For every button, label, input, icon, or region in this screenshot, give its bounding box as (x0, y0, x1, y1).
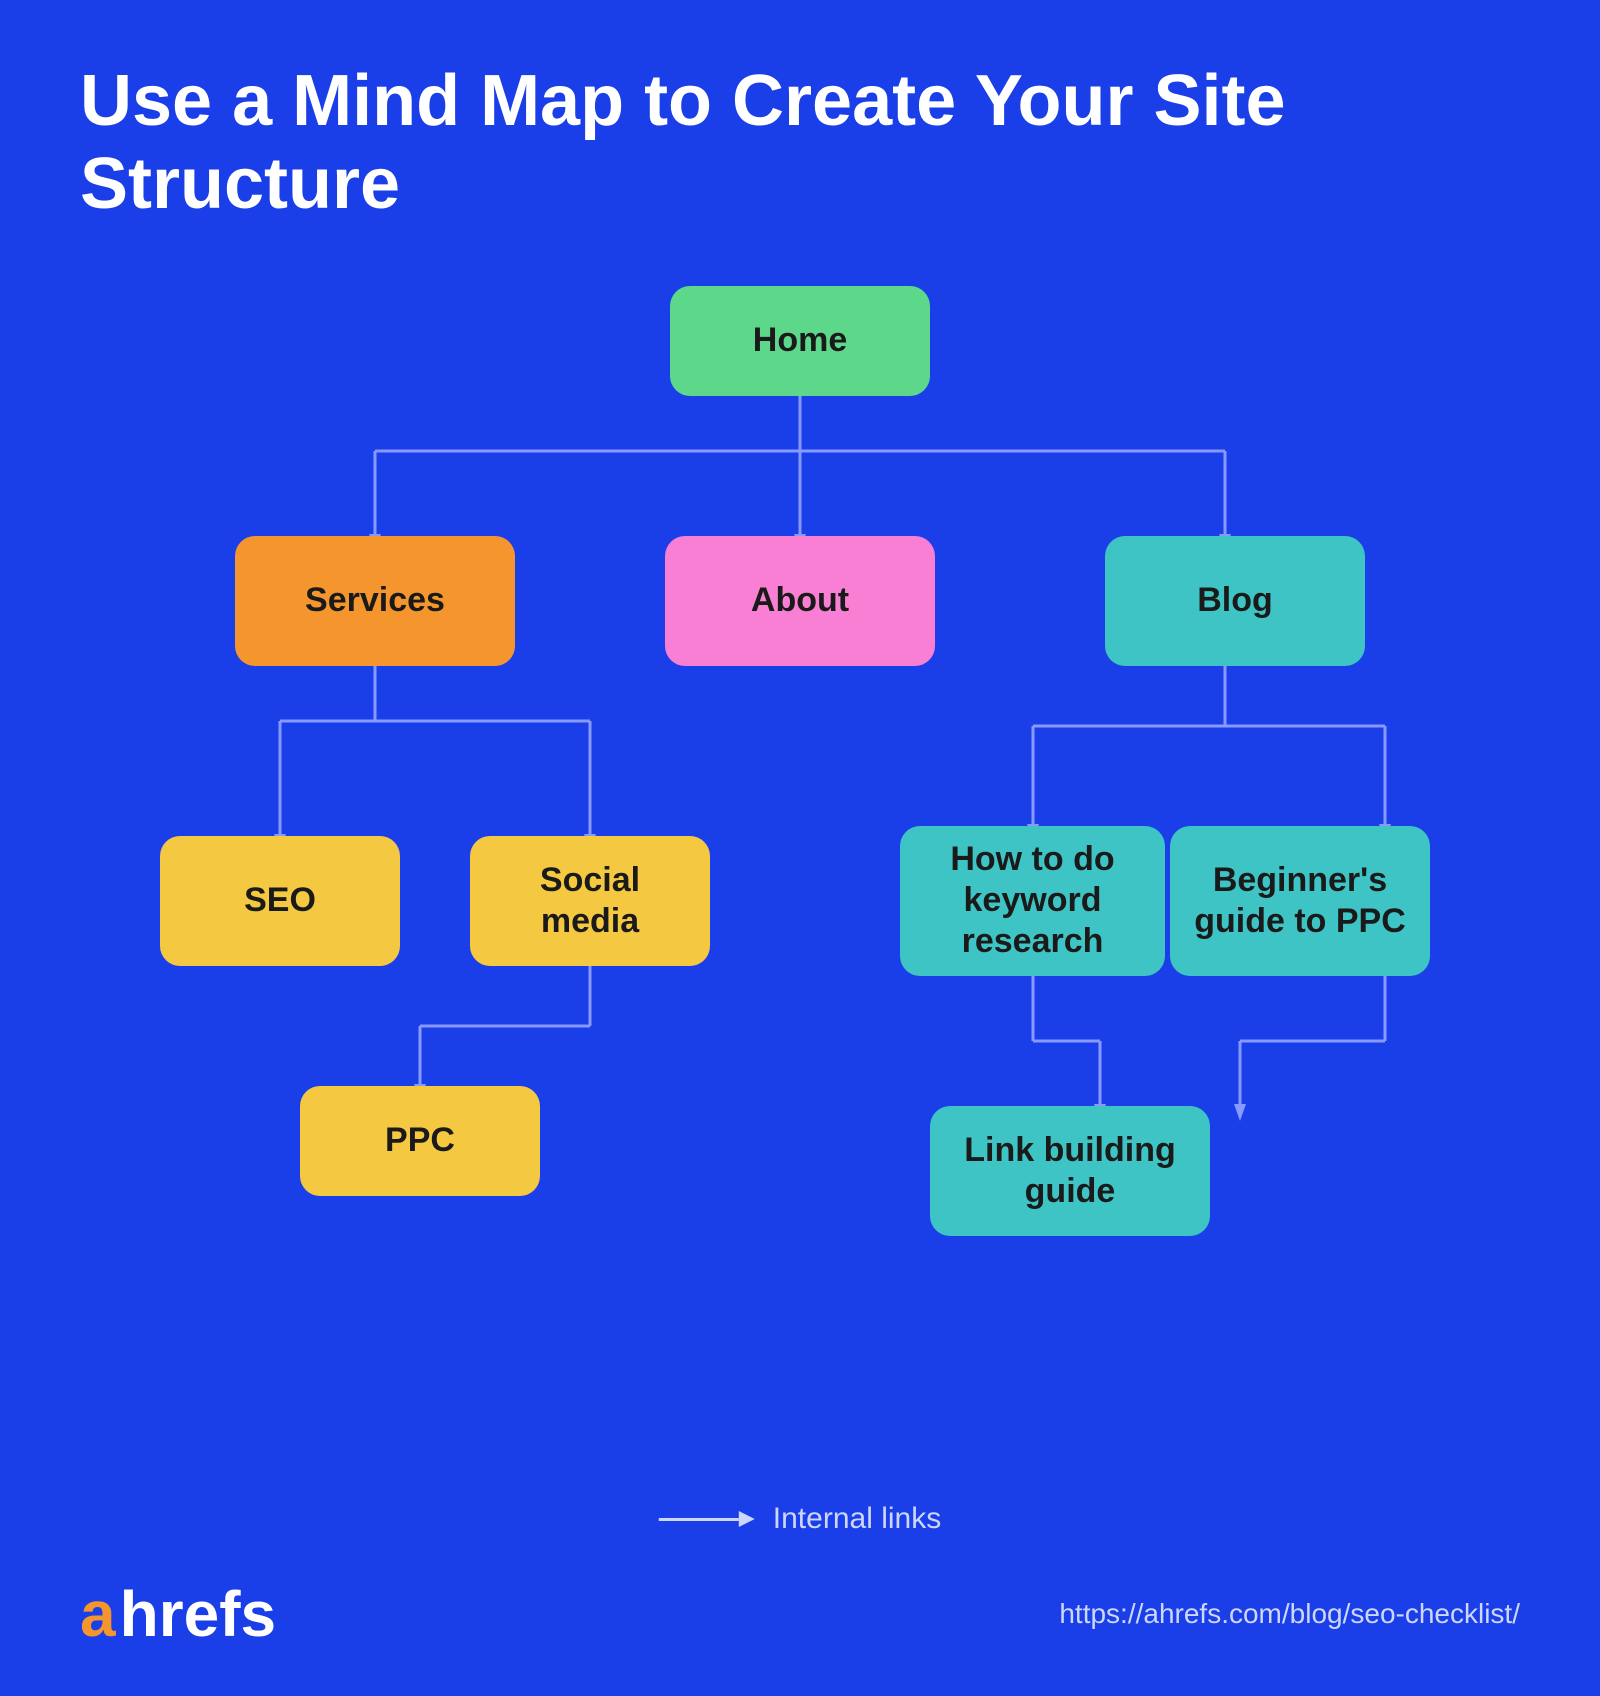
node-home: Home (670, 286, 930, 396)
node-keyword-research: How to do keyword research (900, 826, 1165, 976)
legend-arrow-icon (659, 1511, 755, 1527)
page-title: Use a Mind Map to Create Your Site Struc… (80, 60, 1520, 226)
node-link-building: Link building guide (930, 1106, 1210, 1236)
node-blog: Blog (1105, 536, 1365, 666)
mind-map: Home Services About Blog SEO Social medi… (80, 266, 1520, 1416)
node-ppc-guide: Beginner's guide to PPC (1170, 826, 1430, 976)
legend-line (659, 1518, 739, 1521)
logo-a: a (80, 1582, 116, 1646)
footer: a hrefs https://ahrefs.com/blog/seo-chec… (80, 1582, 1520, 1646)
main-container: Use a Mind Map to Create Your Site Struc… (0, 0, 1600, 1696)
node-ppc: PPC (300, 1086, 540, 1196)
logo-hrefs: hrefs (120, 1582, 277, 1646)
legend-label: Internal links (773, 1502, 941, 1536)
node-social-media: Social media (470, 836, 710, 966)
legend: Internal links (659, 1502, 941, 1536)
node-about: About (665, 536, 935, 666)
footer-url: https://ahrefs.com/blog/seo-checklist/ (1059, 1598, 1520, 1630)
node-seo: SEO (160, 836, 400, 966)
legend-arrowhead (739, 1511, 755, 1527)
node-services: Services (235, 536, 515, 666)
ahrefs-logo: a hrefs (80, 1582, 276, 1646)
